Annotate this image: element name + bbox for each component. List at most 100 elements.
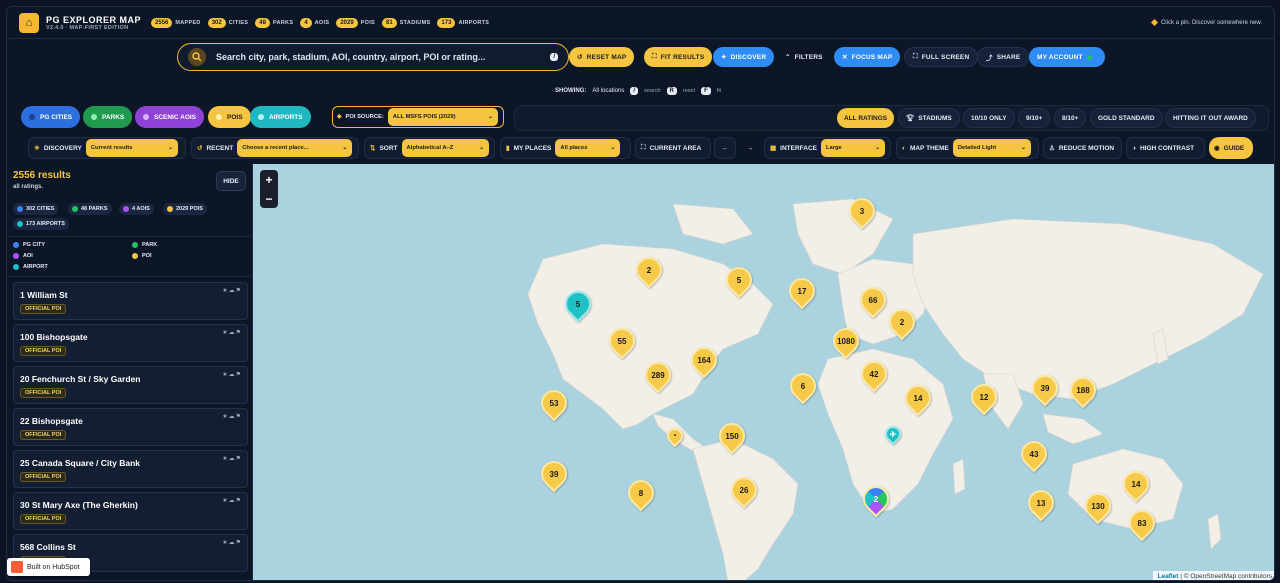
focus-icon: ✕ xyxy=(842,54,848,61)
official-poi-badge: OFFICIAL POI xyxy=(20,346,67,356)
aoi-dot-icon xyxy=(123,206,129,212)
rating-8-plus[interactable]: 8/10+ xyxy=(1054,108,1087,128)
stat-aois: 4 AOIS xyxy=(300,17,329,28)
stat-count: 2029 xyxy=(336,17,358,28)
hubspot-badge[interactable]: Built on HubSpot xyxy=(7,558,90,576)
reset-icon: ↺ xyxy=(577,54,583,61)
discovery-value: Current results xyxy=(90,145,133,151)
search-input[interactable] xyxy=(216,52,551,62)
discovery-label: DISCOVERY xyxy=(43,144,82,152)
list-item[interactable]: 20 Fenchurch St / Sky Garden OFFICIAL POI… xyxy=(13,366,248,404)
rating-hitting-it-out[interactable]: HITTING IT OUT AWARD xyxy=(1165,108,1256,128)
my-account-button[interactable]: MY ACCOUNT xyxy=(1029,47,1105,67)
rating-label: ALL RATINGS xyxy=(844,114,888,122)
recent-value: Choose a recent place... xyxy=(242,145,309,151)
zoom-out-button[interactable]: − xyxy=(265,192,272,206)
results-count: 2556 results xyxy=(13,170,71,181)
rating-label: 9/10+ xyxy=(1026,114,1043,122)
key-search-label: search xyxy=(644,88,661,94)
arrow-left-icon: ← xyxy=(721,144,729,152)
hide-sidebar-button[interactable]: HIDE xyxy=(216,171,246,191)
sort-select[interactable]: Alphabetical A–Z ⌄ xyxy=(401,139,489,157)
official-poi-badge: OFFICIAL POI xyxy=(20,472,67,482)
stat-airports: 173 AIRPORTS xyxy=(437,17,489,28)
item-actions-icon[interactable]: ★☁⚑ xyxy=(222,329,242,336)
key-reset-label: reset xyxy=(682,88,696,94)
cluster-count: 5 xyxy=(575,299,581,309)
current-area-button[interactable]: ⛶ CURRENT AREA xyxy=(635,137,711,159)
cluster-count: 55 xyxy=(617,336,627,346)
bookmark-icon: ▮ xyxy=(506,145,510,152)
poi-source-icon: ◆ xyxy=(337,114,342,120)
item-name: 30 St Mary Axe (The Gherkin) xyxy=(20,500,138,510)
rating-stadiums[interactable]: 🏆︎ STADIUMS xyxy=(898,108,960,128)
recent-select[interactable]: Choose a recent place... ⌄ xyxy=(237,139,353,157)
chip-pois[interactable]: POIS xyxy=(208,106,251,128)
chip-scenic-aois[interactable]: SCENIC AOIS xyxy=(135,106,205,128)
pill-aois[interactable]: 4 AOIS xyxy=(119,203,154,215)
rating-9-plus[interactable]: 9/10+ xyxy=(1018,108,1051,128)
filters-button[interactable]: ⌃ FILTERS xyxy=(777,47,831,67)
list-item[interactable]: 25 Canada Square / City Bank OFFICIAL POI… xyxy=(13,450,248,488)
list-item[interactable]: 1 William St OFFICIAL POI ★☁⚑ xyxy=(13,282,248,320)
item-actions-icon[interactable]: ★☁⚑ xyxy=(222,497,242,504)
stat-pois: 2029 POIS xyxy=(336,17,375,28)
stat-count: 48 xyxy=(255,17,270,28)
chip-parks[interactable]: PARKS xyxy=(83,106,133,128)
motion-icon: ♙ xyxy=(1049,145,1055,152)
rating-10-only[interactable]: 10/10 ONLY xyxy=(963,108,1015,128)
interface-control: ▦ INTERFACE Large ⌄ xyxy=(764,137,891,159)
chip-airports[interactable]: AIRPORTS xyxy=(250,106,311,128)
share-button[interactable]: ⤴ SHARE xyxy=(977,47,1030,67)
interface-select[interactable]: Large ⌄ xyxy=(821,139,885,157)
park-dot-icon xyxy=(132,242,138,248)
focus-label: FOCUS MAP xyxy=(851,53,893,61)
item-actions-icon[interactable]: ★☁⚑ xyxy=(222,539,242,546)
list-item[interactable]: 30 St Mary Axe (The Gherkin) OFFICIAL POI… xyxy=(13,492,248,530)
next-button[interactable]: → xyxy=(739,137,761,159)
world-map[interactable]: + − 3 2 5 17 66 2 5 55 1080 164 289 42 6… xyxy=(253,164,1274,580)
item-actions-icon[interactable]: ★☁⚑ xyxy=(222,371,242,378)
prev-button[interactable]: ← xyxy=(714,137,736,159)
focus-map-button[interactable]: ✕ FOCUS MAP xyxy=(834,47,901,67)
aoi-dot-icon xyxy=(143,114,149,120)
pill-parks[interactable]: 48 PARKS xyxy=(68,203,112,215)
full-screen-button[interactable]: ⛶ FULL SCREEN xyxy=(904,47,979,67)
chip-pg-cities[interactable]: PG CITIES xyxy=(21,106,81,128)
item-actions-icon[interactable]: ★☁⚑ xyxy=(222,413,242,420)
high-contrast-label: HIGH CONTRAST xyxy=(1139,144,1195,152)
reduce-motion-button[interactable]: ♙ REDUCE MOTION xyxy=(1043,137,1122,159)
rating-gold-standard[interactable]: GOLD STANDARD xyxy=(1090,108,1163,128)
rating-label: GOLD STANDARD xyxy=(1098,114,1155,122)
fit-results-button[interactable]: ⛶ FIT RESULTS xyxy=(644,47,713,67)
pill-pois[interactable]: 2029 POIS xyxy=(163,203,207,215)
guide-button[interactable]: ◉ GUIDE xyxy=(1209,137,1253,159)
zoom-in-button[interactable]: + xyxy=(265,173,272,187)
rating-all[interactable]: ALL RATINGS xyxy=(837,108,895,128)
item-name: 22 Bishopsgate xyxy=(20,416,83,426)
stat-label: MAPPED xyxy=(175,19,201,26)
reset-map-button[interactable]: ↺ RESET MAP xyxy=(569,47,635,67)
item-actions-icon[interactable]: ★☁⚑ xyxy=(222,455,242,462)
list-item[interactable]: 22 Bishopsgate OFFICIAL POI ★☁⚑ xyxy=(13,408,248,446)
high-contrast-button[interactable]: ◑ HIGH CONTRAST xyxy=(1126,137,1205,159)
rating-label: 10/10 ONLY xyxy=(971,114,1007,122)
item-actions-icon[interactable]: ★☁⚑ xyxy=(222,287,242,294)
search-bar: / xyxy=(177,43,569,71)
discovery-select[interactable]: Current results ⌄ xyxy=(85,139,178,157)
my-places-select[interactable]: All places ⌄ xyxy=(555,139,621,157)
pill-cities[interactable]: 302 CITIES xyxy=(13,203,59,215)
cluster-count: 39 xyxy=(1040,383,1050,393)
leaflet-link[interactable]: Leaflet xyxy=(1157,573,1178,580)
discover-button[interactable]: ✦ DISCOVER xyxy=(713,47,775,67)
poi-source-select[interactable]: ALL MSFS POIS (2029) ⌄ xyxy=(387,108,498,126)
key-search: / xyxy=(630,87,639,95)
chevron-up-icon: ⌃ xyxy=(785,54,791,61)
cluster-count: 2 xyxy=(899,317,905,327)
map-theme-select[interactable]: Detailed Light ⌄ xyxy=(952,139,1031,157)
pill-airports[interactable]: 173 AIRPORTS xyxy=(13,218,69,230)
share-icon: ⤴ xyxy=(986,55,993,62)
recent-control: ↺ RECENT Choose a recent place... ⌄ xyxy=(191,137,359,159)
fit-icon: ⛶ xyxy=(652,53,657,60)
list-item[interactable]: 100 Bishopsgate OFFICIAL POI ★☁⚑ xyxy=(13,324,248,362)
